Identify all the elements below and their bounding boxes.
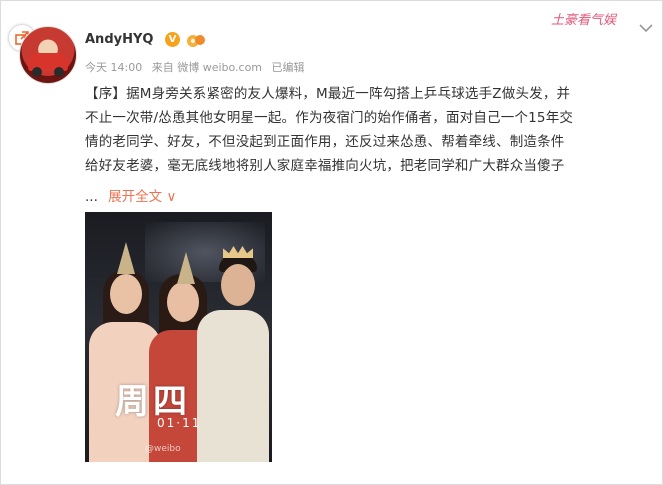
avatar[interactable] (19, 26, 77, 84)
username-link[interactable]: AndyHYQ (85, 32, 153, 47)
post-timestamp[interactable]: 今天 14:00 (85, 61, 142, 74)
weibo-post-card: AndyHYQ V 今天 14:00 来自 微博 weibo.com 已编辑 土… (0, 0, 663, 485)
expand-arrow-icon[interactable]: ∨ (166, 189, 176, 205)
expand-full-text-link[interactable]: 展开全文 (108, 189, 162, 205)
verified-icon: V (165, 32, 180, 47)
post-line: 情的老同学、好友，不但没起到正面作用，还反过来怂恿、帮着牵线、制造条件 (85, 134, 565, 150)
post-line: 不止一次带/怂恿其他女明星一起。作为夜宿门的始作俑者，面对自己一个15年交 (85, 110, 574, 126)
post-source[interactable]: 来自 微博 weibo.com (152, 61, 262, 74)
site-watermark: 土豪看气娱 (551, 13, 617, 28)
post-text: 【序】据M身旁关系紧密的友人爆料，M最近一阵勾搭上乒乓球选手Z做头发，并 不止一… (85, 82, 645, 178)
medal-icon (187, 35, 205, 47)
chevron-down-icon[interactable] (639, 23, 653, 33)
post-image[interactable]: 周四 01·11 @weibo (85, 212, 272, 462)
post-meta: 今天 14:00 来自 微博 weibo.com 已编辑 (85, 59, 311, 75)
ellipsis: ... (85, 189, 98, 205)
poster-watermark: @weibo (145, 444, 181, 454)
poster-date: 01·11 (157, 416, 202, 430)
post-line: 【序】据M身旁关系紧密的友人爆料，M最近一阵勾搭上乒乓球选手Z做头发，并 (85, 86, 571, 102)
edited-label[interactable]: 已编辑 (272, 61, 305, 74)
post-line: 给好友老婆，毫无底线地将别人家庭幸福推向火坑，把老同学和广大群众当傻子 (85, 158, 565, 174)
expand-text-row: ... 展开全文 ∨ (85, 185, 176, 205)
